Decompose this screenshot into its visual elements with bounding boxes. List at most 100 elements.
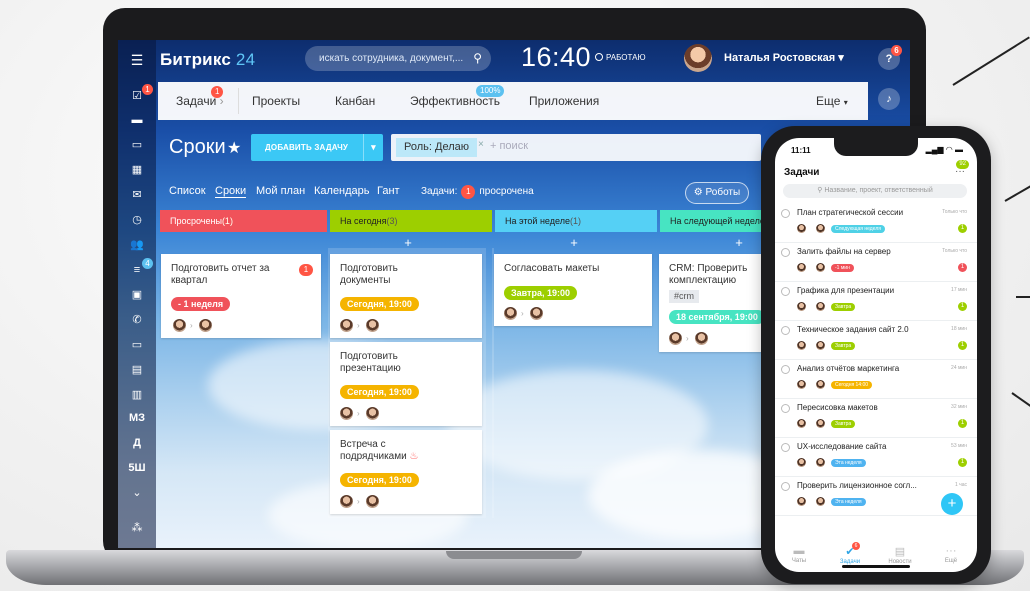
checkbox-icon[interactable]	[781, 443, 790, 452]
chevron-down-icon[interactable]: ▾	[363, 134, 383, 161]
phone-deadline-tag: Эта неделя	[831, 498, 866, 506]
tasks-summary[interactable]: Задачи: 1 просрочена	[421, 185, 534, 199]
phone-icon[interactable]: ✆	[118, 310, 156, 330]
phone-task-title: План стратегической сессии	[797, 208, 904, 217]
search-icon[interactable]: ⚲	[473, 46, 482, 71]
menu-projects[interactable]: Проекты	[252, 94, 300, 108]
checkbox-icon[interactable]	[781, 326, 790, 335]
task-card[interactable]: Подготовить отчет за квартал 1 - 1 неделя…	[161, 254, 321, 338]
rail-group-d[interactable]: Д	[118, 433, 156, 453]
work-status[interactable]: РАБОТАЮ	[595, 53, 646, 62]
decor-line	[1016, 296, 1030, 298]
task-card[interactable]: Встреча с подрядчиками ♨ Сегодня, 19:00 ›	[330, 430, 482, 514]
bell-icon[interactable]: ♪	[878, 88, 900, 110]
deadline-tag: Сегодня, 19:00	[340, 473, 419, 487]
task-title-line: презентацию	[340, 363, 401, 374]
phone-count-badge: 1	[958, 302, 967, 311]
checkbox-icon[interactable]	[781, 287, 790, 296]
users-icon[interactable]: 👥	[118, 235, 156, 255]
rail-group-5sh[interactable]: 5Ш	[118, 458, 156, 478]
phone-task-row[interactable]: Графика для презентации 17 мин Завтра 1	[775, 282, 977, 321]
column-overdue: Просрочены(1)	[160, 210, 327, 232]
crm-tag[interactable]: #crm	[669, 290, 699, 303]
phone-task-row[interactable]: UX-исследование сайта 53 мин Эта неделя 1	[775, 438, 977, 477]
more-icon[interactable]: ···	[955, 166, 965, 177]
help-button[interactable]: ? 6	[878, 45, 902, 70]
avatar	[530, 307, 543, 320]
inbox-icon[interactable]: ▭	[118, 135, 156, 155]
global-search-input[interactable]: искать сотрудника, документ,... ⚲	[305, 46, 491, 71]
add-task-fab[interactable]: +	[941, 493, 963, 515]
contact-icon[interactable]: ▤	[118, 360, 156, 380]
task-title: Согласовать макеты	[504, 263, 600, 274]
add-card-button[interactable]: +	[730, 235, 748, 250]
phone-task-title: Залить файлы на сервер	[797, 247, 891, 256]
avatar	[340, 407, 353, 420]
avatar	[797, 497, 806, 506]
arrow-right-icon: ›	[521, 309, 524, 318]
chat-icon[interactable]: ▬	[118, 110, 156, 130]
checkbox-icon[interactable]	[781, 365, 790, 374]
store-icon[interactable]: ▥	[118, 385, 156, 405]
checkbox-icon[interactable]	[781, 209, 790, 218]
star-icon[interactable]: ★	[227, 138, 241, 158]
menu-more[interactable]: Еще ▾	[816, 94, 848, 108]
page-title: Сроки	[169, 136, 226, 158]
grid-icon[interactable]: ▣	[118, 285, 156, 305]
tab-my-plan[interactable]: Мой план	[256, 185, 305, 197]
task-card[interactable]: Подготовить презентацию Сегодня, 19:00 ›	[330, 342, 482, 426]
column-this-week: На этой неделе(1)	[495, 210, 657, 232]
chat-icon: ▬	[793, 545, 805, 557]
phone-task-row[interactable]: Анализ отчётов маркетинга 24 мин Сегодня 1…	[775, 360, 977, 399]
phone-deadline-tag: Следующая неделя	[831, 225, 885, 233]
phone-task-row[interactable]: План стратегической сессии Только что След…	[775, 204, 977, 243]
hamburger-icon[interactable]: ☰	[118, 50, 156, 70]
tab-more[interactable]: ··· Ещё	[931, 545, 971, 564]
menu-more-label: Еще	[816, 94, 841, 108]
task-title-line: подрядчиками	[340, 451, 407, 462]
avatar[interactable]	[684, 44, 712, 72]
phone-search-input[interactable]: ⚲ Название, проект, ответственный	[783, 184, 967, 198]
robots-button[interactable]: ⚙ Роботы	[685, 182, 749, 204]
tab-deadlines[interactable]: Сроки	[215, 185, 247, 198]
task-title: Встреча с подрядчиками ♨	[340, 439, 418, 463]
task-card[interactable]: Подготовить документы Сегодня, 19:00 ›	[330, 254, 482, 338]
checkbox-icon[interactable]	[781, 248, 790, 257]
filter-chip[interactable]: Роль: Делаю	[396, 138, 477, 157]
rail-group-mz[interactable]: МЗ	[118, 408, 156, 428]
checkbox-icon[interactable]	[781, 482, 790, 491]
app-logo[interactable]: Битрикс 24	[160, 50, 255, 70]
tab-list[interactable]: Список	[169, 185, 206, 197]
phone-task-time: 32 мин	[951, 404, 967, 410]
calendar-icon[interactable]: ▦	[118, 160, 156, 180]
add-card-button[interactable]: +	[565, 235, 583, 250]
add-task-button[interactable]: ДОБАВИТЬ ЗАДАЧУ ▾	[251, 134, 383, 161]
task-card[interactable]: Согласовать макеты Завтра, 19:00 ›	[494, 254, 652, 326]
phone-count-badge: 1	[958, 224, 967, 233]
checkbox-icon[interactable]	[781, 404, 790, 413]
phone-task-row[interactable]: Залить файлы на сервер Только что -1 мин 1	[775, 243, 977, 282]
tab-gantt[interactable]: Гант	[377, 185, 400, 197]
avatar	[504, 307, 517, 320]
sitemap-icon[interactable]: ⁂	[118, 518, 156, 538]
mail-icon[interactable]: ✉	[118, 185, 156, 205]
filter-icon[interactable]: ≡ 4	[118, 258, 156, 280]
phone-task-row[interactable]: Техническое задания сайт 2.0 18 мин Завтра…	[775, 321, 977, 360]
tab-chats[interactable]: ▬ Чаты	[779, 545, 819, 564]
window-icon[interactable]: ▭	[118, 335, 156, 355]
phone-task-row[interactable]: Пересисовка макетов 32 мин Завтра 1	[775, 399, 977, 438]
column-count: (1)	[221, 216, 233, 226]
avatar	[816, 224, 825, 233]
tab-news[interactable]: ▤ Новости	[880, 545, 920, 565]
clock-icon[interactable]: ◷	[118, 210, 156, 230]
tasks-icon[interactable]: ☑ 1	[118, 84, 156, 106]
tab-tasks[interactable]: ✔ 6 Задачи	[830, 542, 870, 565]
chevron-down-icon[interactable]: ⌄	[118, 483, 156, 503]
close-icon[interactable]: ×	[478, 139, 484, 150]
filter-search-input[interactable]: Роль: Делаю × + поиск	[391, 134, 761, 161]
menu-kanban[interactable]: Канбан	[335, 94, 375, 108]
avatar	[797, 302, 806, 311]
user-menu[interactable]: Наталья Ростовская ▾	[724, 51, 844, 64]
tab-calendar[interactable]: Календарь	[314, 185, 370, 197]
menu-apps[interactable]: Приложения	[529, 94, 599, 108]
